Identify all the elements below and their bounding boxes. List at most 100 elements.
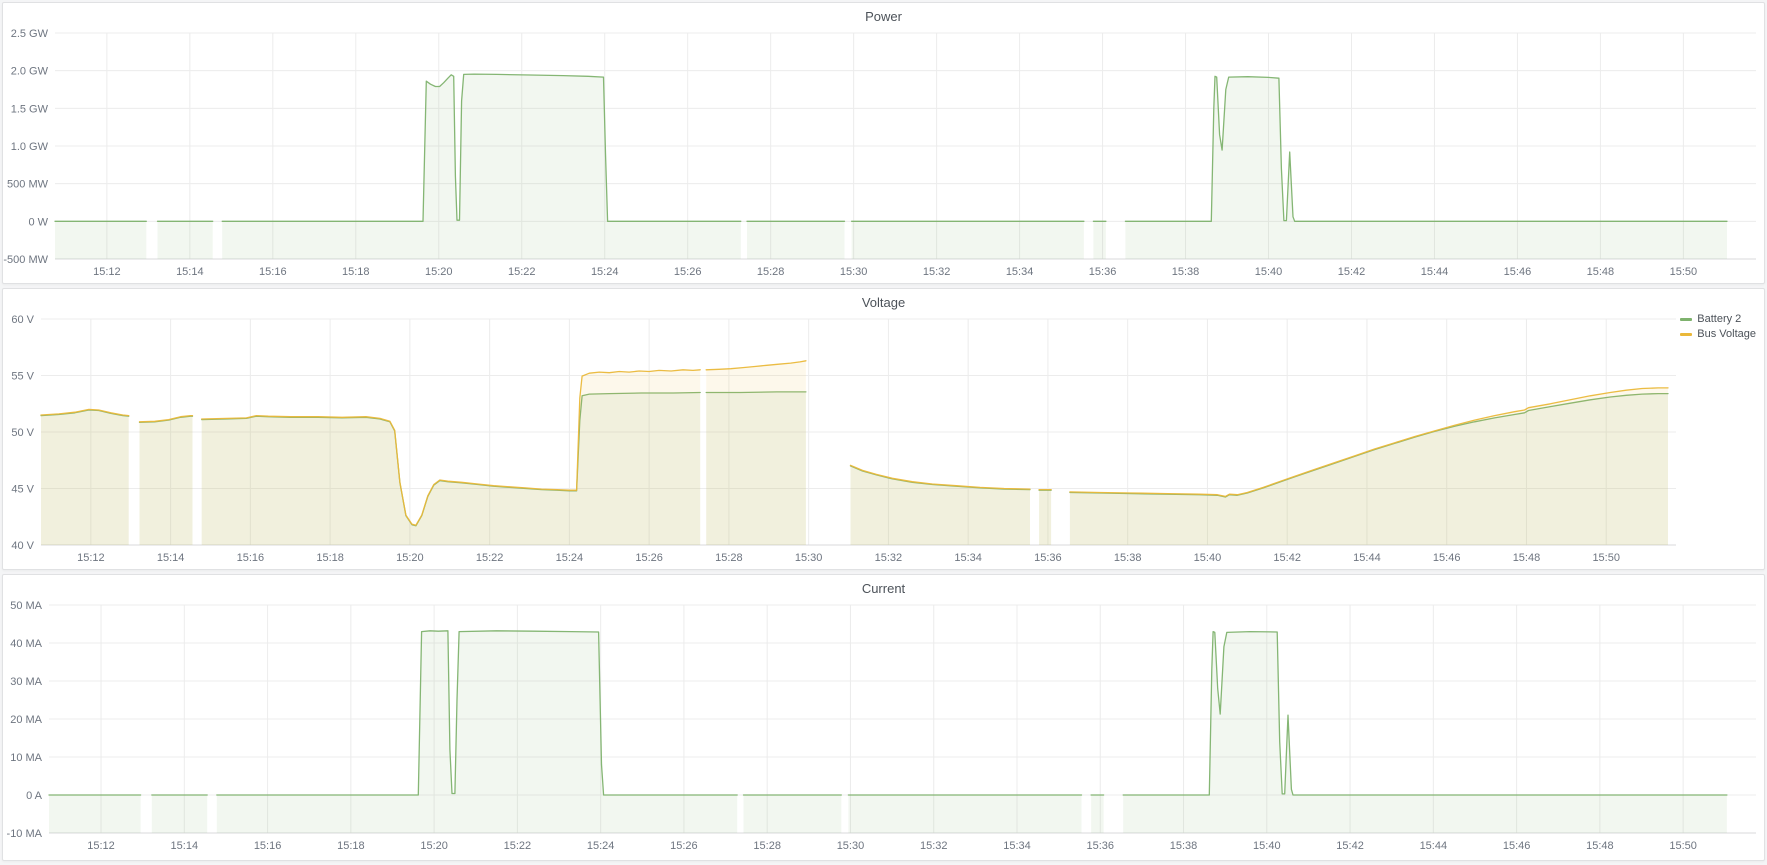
x-tick-label: 15:12 xyxy=(77,552,105,564)
legend-item-battery-2[interactable]: Battery 2 xyxy=(1680,313,1756,325)
x-tick-label: 15:38 xyxy=(1172,266,1200,278)
x-tick-label: 15:14 xyxy=(157,552,185,564)
current-series-fill xyxy=(744,795,842,833)
x-tick-label: 15:40 xyxy=(1194,552,1222,564)
power-series-fill xyxy=(1125,76,1727,259)
x-tick-label: 15:44 xyxy=(1420,840,1448,852)
x-tick-label: 15:16 xyxy=(254,840,282,852)
current-series-fill xyxy=(848,795,1081,833)
legend-dash-yellow-icon xyxy=(1680,333,1692,336)
x-tick-label: 15:40 xyxy=(1255,266,1283,278)
y-tick-label: 0 A xyxy=(26,790,43,802)
y-tick-label: 500 MW xyxy=(7,179,49,191)
y-tick-label: 40 V xyxy=(11,540,34,552)
x-tick-label: 15:12 xyxy=(93,266,121,278)
x-tick-label: 15:42 xyxy=(1338,266,1366,278)
y-tick-label: 55 V xyxy=(11,371,34,383)
x-tick-label: 15:44 xyxy=(1421,266,1449,278)
power-series-fill xyxy=(55,221,146,259)
current-series-fill xyxy=(49,795,141,833)
power-series-fill xyxy=(222,74,741,259)
x-tick-label: 15:42 xyxy=(1336,840,1364,852)
y-tick-label: 50 MA xyxy=(10,600,42,612)
x-tick-label: 15:28 xyxy=(753,840,781,852)
x-tick-label: 15:36 xyxy=(1086,840,1114,852)
y-tick-label: 50 V xyxy=(11,427,34,439)
y-tick-label: 30 MA xyxy=(10,676,42,688)
panel-title-current[interactable]: Current xyxy=(3,581,1764,596)
y-tick-label: 45 V xyxy=(11,484,34,496)
voltage-chart-area[interactable]: 60 V 55 V 50 V 45 V 40 V 15:12 15:14 15:16 15:18… xyxy=(3,289,1764,569)
x-tick-label: 15:26 xyxy=(635,552,663,564)
voltage-series-fill xyxy=(1070,388,1668,545)
current-chart-svg: 50 MA40 MA30 MA20 MA10 MA0 A-10 MA15:121… xyxy=(3,575,1764,860)
voltage-chart-svg: 60 V 55 V 50 V 45 V 40 V 15:12 15:14 15:16 15:18… xyxy=(3,289,1764,569)
current-series-fill xyxy=(1091,795,1104,833)
legend-label-battery-2: Battery 2 xyxy=(1697,313,1741,325)
voltage-series-fill xyxy=(1039,490,1051,545)
x-tick-label: 15:46 xyxy=(1433,552,1461,564)
x-tick-label: 15:22 xyxy=(508,266,536,278)
y-tick-label: -10 MA xyxy=(7,828,43,840)
panel-voltage: Voltage 60 V 55 V 50 V 45 V 40 V 15:12 15:14 15… xyxy=(2,288,1765,570)
x-tick-label: 15:22 xyxy=(476,552,504,564)
x-tick-label: 15:46 xyxy=(1503,840,1531,852)
x-tick-label: 15:18 xyxy=(337,840,365,852)
x-tick-label: 15:30 xyxy=(840,266,868,278)
x-tick-label: 15:32 xyxy=(920,840,948,852)
x-tick-label: 15:48 xyxy=(1587,266,1615,278)
x-tick-label: 15:44 xyxy=(1353,552,1381,564)
legend-dash-green-icon xyxy=(1680,318,1692,321)
y-tick-label: 2.5 GW xyxy=(11,28,49,40)
x-tick-label: 15:20 xyxy=(396,552,424,564)
panel-power: Power 2.5 GW2.0 GW1.5 GW1.0 GW500 MW0 W-… xyxy=(2,2,1765,284)
power-series-fill xyxy=(1093,221,1106,259)
x-tick-label: 15:26 xyxy=(670,840,698,852)
x-tick-label: 15:18 xyxy=(342,266,370,278)
power-chart-svg: 2.5 GW2.0 GW1.5 GW1.0 GW500 MW0 W-500 MW… xyxy=(3,3,1764,283)
x-tick-label: 15:24 xyxy=(556,552,584,564)
y-tick-label: 1.5 GW xyxy=(11,103,49,115)
x-tick-label: 15:16 xyxy=(259,266,287,278)
x-tick-label: 15:32 xyxy=(875,552,903,564)
voltage-series-fill xyxy=(202,370,701,545)
x-tick-label: 15:46 xyxy=(1504,266,1532,278)
x-tick-label: 15:48 xyxy=(1513,552,1541,564)
x-tick-label: 15:30 xyxy=(795,552,823,564)
voltage-series-fill xyxy=(851,465,1031,545)
voltage-legend: Battery 2 Bus Voltage xyxy=(1680,313,1756,340)
voltage-series-fill xyxy=(706,361,806,545)
panel-title-power[interactable]: Power xyxy=(3,9,1764,24)
x-tick-label: 15:18 xyxy=(316,552,344,564)
current-chart-area[interactable]: 50 MA40 MA30 MA20 MA10 MA0 A-10 MA15:121… xyxy=(3,575,1764,860)
x-tick-label: 15:50 xyxy=(1592,552,1620,564)
x-tick-label: 15:40 xyxy=(1253,840,1281,852)
legend-item-bus-voltage[interactable]: Bus Voltage xyxy=(1680,328,1756,340)
x-tick-label: 15:28 xyxy=(757,266,785,278)
x-tick-label: 15:42 xyxy=(1273,552,1301,564)
x-tick-label: 15:38 xyxy=(1170,840,1198,852)
y-tick-label: -500 MW xyxy=(3,254,48,266)
x-tick-label: 15:14 xyxy=(176,266,204,278)
x-tick-label: 15:50 xyxy=(1669,840,1697,852)
y-tick-label: 20 MA xyxy=(10,714,42,726)
x-tick-label: 15:16 xyxy=(237,552,265,564)
power-series-fill xyxy=(852,221,1084,259)
x-tick-label: 15:20 xyxy=(425,266,453,278)
x-tick-label: 15:22 xyxy=(504,840,532,852)
x-tick-label: 15:34 xyxy=(1003,840,1031,852)
current-series-fill xyxy=(1123,632,1727,833)
panel-title-voltage[interactable]: Voltage xyxy=(3,295,1764,310)
y-tick-label: 2.0 GW xyxy=(11,66,49,78)
power-chart-area[interactable]: 2.5 GW2.0 GW1.5 GW1.0 GW500 MW0 W-500 MW… xyxy=(3,3,1764,283)
legend-label-bus-voltage: Bus Voltage xyxy=(1697,328,1756,340)
x-tick-label: 15:30 xyxy=(837,840,865,852)
y-tick-label: 60 V xyxy=(11,314,34,326)
x-tick-label: 15:26 xyxy=(674,266,702,278)
y-tick-label: 1.0 GW xyxy=(11,141,49,153)
y-tick-label: 40 MA xyxy=(10,638,42,650)
current-series-fill xyxy=(217,631,737,833)
voltage-series-fill xyxy=(41,409,129,545)
x-tick-label: 15:36 xyxy=(1034,552,1062,564)
x-tick-label: 15:20 xyxy=(420,840,448,852)
